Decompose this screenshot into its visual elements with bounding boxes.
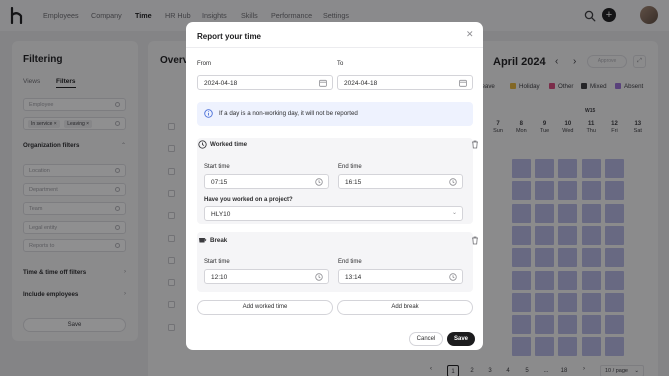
info-icon [204, 109, 213, 118]
from-date-input[interactable]: 2024-04-18 [197, 75, 333, 90]
add-worked-time-button[interactable]: Add worked time [197, 300, 333, 315]
modal-divider [186, 47, 483, 48]
to-date-input[interactable]: 2024-04-18 [337, 75, 473, 90]
clock-icon [198, 140, 207, 149]
clock-icon[interactable] [315, 178, 323, 186]
break-end-value: 13:14 [345, 273, 362, 281]
calendar-icon[interactable] [459, 79, 467, 87]
worked-start-value: 07:15 [211, 178, 228, 186]
project-value: HLY10 [211, 210, 231, 218]
to-label: To [337, 61, 344, 67]
trash-icon[interactable] [471, 140, 479, 149]
info-text: If a day is a non-working day, it will n… [219, 110, 358, 117]
report-time-modal: Report your time ✕ From To 2024-04-18 20… [186, 22, 483, 350]
close-icon[interactable]: ✕ [466, 30, 474, 39]
add-break-button[interactable]: Add break [337, 300, 473, 315]
break-end-label: End time [338, 259, 362, 265]
from-label: From [197, 61, 211, 67]
break-start-label: Start time [204, 259, 230, 265]
clock-icon[interactable] [315, 273, 323, 281]
save-button[interactable]: Save [447, 332, 475, 346]
worked-end-label: End time [338, 164, 362, 170]
to-date-value: 2024-04-18 [344, 79, 378, 87]
cancel-button[interactable]: Cancel [409, 332, 443, 346]
worked-start-label: Start time [204, 164, 230, 170]
project-select[interactable]: HLY10 ⌄ [204, 206, 463, 221]
from-date-value: 2024-04-18 [204, 79, 238, 87]
worked-time-title: Worked time [210, 141, 248, 148]
modal-title: Report your time [197, 32, 262, 41]
chevron-down-icon: ⌄ [451, 210, 457, 216]
worked-start-time-input[interactable]: 07:15 [204, 174, 329, 189]
clock-icon[interactable] [449, 178, 457, 186]
worked-end-value: 16:15 [345, 178, 362, 186]
calendar-icon[interactable] [319, 79, 327, 87]
info-banner: If a day is a non-working day, it will n… [197, 102, 473, 126]
break-end-time-input[interactable]: 13:14 [338, 269, 463, 284]
trash-icon[interactable] [471, 236, 479, 245]
clock-icon[interactable] [449, 273, 457, 281]
coffee-icon [199, 238, 207, 243]
break-section: Break Start time End time 12:10 13:14 [197, 232, 478, 292]
worked-end-time-input[interactable]: 16:15 [338, 174, 463, 189]
project-question-label: Have you worked on a project? [204, 197, 293, 203]
break-start-time-input[interactable]: 12:10 [204, 269, 329, 284]
break-start-value: 12:10 [211, 273, 228, 281]
worked-time-section: Worked time Start time End time 07:15 16… [197, 138, 478, 224]
break-title: Break [210, 237, 228, 244]
